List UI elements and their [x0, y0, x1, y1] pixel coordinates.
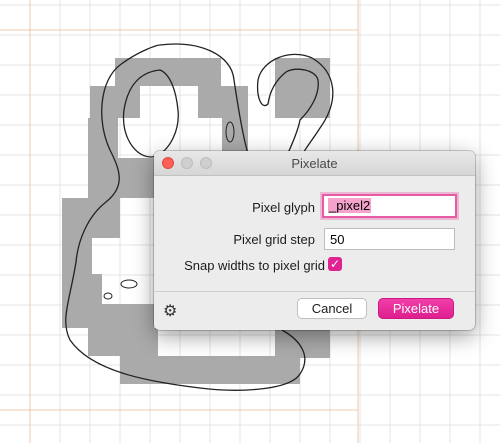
gear-icon[interactable]: ⚙ [163, 301, 177, 321]
grid-step-value: 50 [330, 232, 345, 247]
grid-step-field[interactable]: 50 [324, 228, 455, 250]
dialog-title: Pixelate [291, 156, 338, 171]
dialog-separator [154, 291, 475, 292]
snap-widths-checkbox[interactable]: ✓ [328, 257, 342, 271]
cancel-button[interactable]: Cancel [297, 298, 367, 319]
pixelate-dialog: Pixelate Pixel glyph _pixel2 Pixel grid … [154, 151, 475, 330]
snap-widths-label: Snap widths to pixel grid [184, 258, 325, 273]
pixel-glyph-label: Pixel glyph [252, 200, 315, 215]
pixelate-button[interactable]: Pixelate [378, 298, 454, 319]
pixel-glyph-field[interactable]: _pixel2 [322, 194, 457, 218]
dialog-titlebar[interactable]: Pixelate [154, 151, 475, 176]
pixel-glyph-value: _pixel2 [328, 198, 372, 213]
grid-step-label: Pixel grid step [233, 232, 315, 247]
